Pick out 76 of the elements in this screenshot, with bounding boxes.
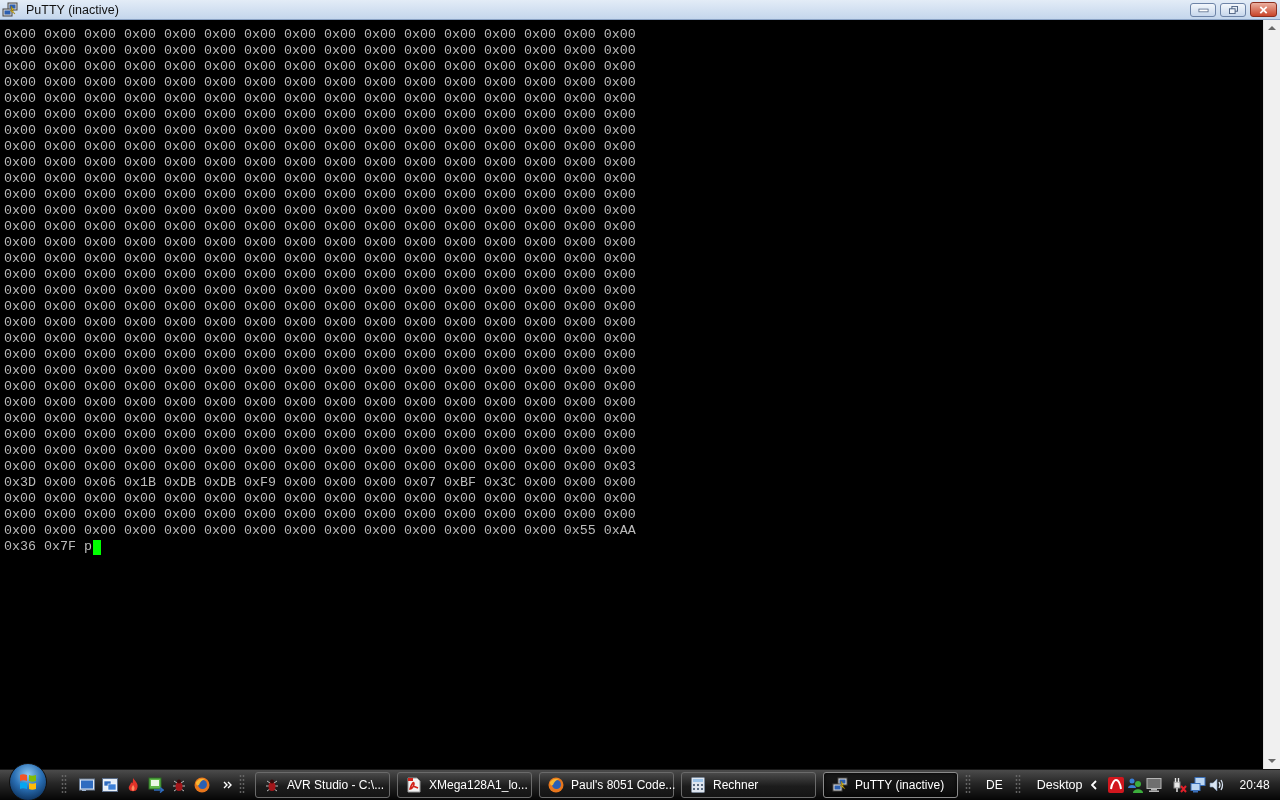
terminal-line: 0x00 0x00 0x00 0x00 0x00 0x00 0x00 0x00 0x00 0x00 0x00 0x00 0x00 0x00 0x00 0x00 (4, 219, 636, 235)
users-icon[interactable] (1126, 777, 1143, 793)
terminal-line: 0x00 0x00 0x00 0x00 0x00 0x00 0x00 0x00 0x00 0x00 0x00 0x00 0x00 0x00 0x00 0x00 (4, 235, 636, 251)
bug-icon[interactable] (171, 777, 187, 793)
up-arrow-icon[interactable] (1268, 26, 1276, 30)
window-stack-icon[interactable] (102, 777, 118, 793)
flag-icon (18, 772, 38, 792)
pdf-document-icon (406, 777, 422, 793)
terminal-line: 0x00 0x00 0x00 0x00 0x00 0x00 0x00 0x00 0x00 0x00 0x00 0x00 0x00 0x00 0x00 0x00 (4, 427, 636, 443)
terminal-line: 0x00 0x00 0x00 0x00 0x00 0x00 0x00 0x00 0x00 0x00 0x00 0x00 0x00 0x00 0x00 0x00 (4, 395, 636, 411)
terminal-line: 0x00 0x00 0x00 0x00 0x00 0x00 0x00 0x00 0x00 0x00 0x00 0x00 0x00 0x00 0x00 0x00 (4, 107, 636, 123)
monitor-icon[interactable] (1145, 777, 1162, 793)
power-plug-icon[interactable] (1170, 777, 1187, 793)
terminal-line: 0x00 0x00 0x00 0x00 0x00 0x00 0x00 0x00 0x00 0x00 0x00 0x00 0x00 0x00 0x00 0x00 (4, 203, 636, 219)
grip-handle-icon[interactable] (965, 774, 971, 796)
terminal-line: 0x00 0x00 0x00 0x00 0x00 0x00 0x00 0x00 0x00 0x00 0x00 0x00 0x00 0x00 0x55 0xAA (4, 523, 636, 539)
terminal-line: 0x00 0x00 0x00 0x00 0x00 0x00 0x00 0x00 0x00 0x00 0x00 0x00 0x00 0x00 0x00 0x00 (4, 171, 636, 187)
terminal-line: 0x3D 0x00 0x06 0x1B 0xDB 0xDB 0xF9 0x00 0x00 0x00 0x07 0xBF 0x3C 0x00 0x00 0x00 (4, 475, 636, 491)
network-icon[interactable] (1189, 777, 1206, 793)
terminal-line: 0x00 0x00 0x00 0x00 0x00 0x00 0x00 0x00 0x00 0x00 0x00 0x00 0x00 0x00 0x00 0x00 (4, 331, 636, 347)
toolbar-label[interactable]: Desktop (1036, 778, 1083, 792)
calculator-icon (690, 777, 706, 793)
terminal-line: 0x00 0x00 0x00 0x00 0x00 0x00 0x00 0x00 0x00 0x00 0x00 0x00 0x00 0x00 0x00 0x00 (4, 251, 636, 267)
terminal-line: 0x00 0x00 0x00 0x00 0x00 0x00 0x00 0x00 0x00 0x00 0x00 0x00 0x00 0x00 0x00 0x00 (4, 283, 636, 299)
grip-handle-icon[interactable] (239, 774, 245, 796)
globe-icon (548, 777, 564, 793)
terminal-line: 0x00 0x00 0x00 0x00 0x00 0x00 0x00 0x00 0x00 0x00 0x00 0x00 0x00 0x00 0x00 0x03 (4, 459, 636, 475)
terminal-line: 0x00 0x00 0x00 0x00 0x00 0x00 0x00 0x00 0x00 0x00 0x00 0x00 0x00 0x00 0x00 0x00 (4, 139, 636, 155)
restore-icon (1227, 5, 1239, 14)
double-chevron-icon[interactable] (223, 781, 233, 789)
taskbar-button[interactable]: Rechner (681, 772, 816, 798)
minimize-button[interactable] (1190, 2, 1216, 17)
speaker-icon[interactable] (1208, 777, 1225, 793)
terminal-line: 0x00 0x00 0x00 0x00 0x00 0x00 0x00 0x00 0x00 0x00 0x00 0x00 0x00 0x00 0x00 0x00 (4, 123, 636, 139)
down-arrow-icon[interactable] (1268, 759, 1276, 763)
vertical-scrollbar[interactable] (1263, 20, 1280, 769)
code-file-icon[interactable] (148, 777, 164, 793)
terminal-line: 0x00 0x00 0x00 0x00 0x00 0x00 0x00 0x00 0x00 0x00 0x00 0x00 0x00 0x00 0x00 0x00 (4, 267, 636, 283)
clock[interactable]: 20:48 (1239, 778, 1270, 792)
terminal-line: 0x00 0x00 0x00 0x00 0x00 0x00 0x00 0x00 0x00 0x00 0x00 0x00 0x00 0x00 0x00 0x00 (4, 443, 636, 459)
terminal-line: 0x00 0x00 0x00 0x00 0x00 0x00 0x00 0x00 0x00 0x00 0x00 0x00 0x00 0x00 0x00 0x00 (4, 155, 636, 171)
taskbar-button[interactable]: Paul's 8051 Code... (539, 772, 674, 798)
taskbar-button[interactable]: XMega128A1_lo... (397, 772, 532, 798)
chevron-left-icon[interactable] (1090, 780, 1097, 790)
two-computers-icon[interactable] (2, 1, 18, 18)
terminal-line: 0x00 0x00 0x00 0x00 0x00 0x00 0x00 0x00 0x00 0x00 0x00 0x00 0x00 0x00 0x00 0x00 (4, 411, 636, 427)
close-icon (1258, 5, 1269, 14)
close-button[interactable] (1250, 2, 1277, 17)
terminal-line: 0x00 0x00 0x00 0x00 0x00 0x00 0x00 0x00 0x00 0x00 0x00 0x00 0x00 0x00 0x00 0x00 (4, 27, 636, 43)
terminal-line: 0x00 0x00 0x00 0x00 0x00 0x00 0x00 0x00 0x00 0x00 0x00 0x00 0x00 0x00 0x00 0x00 (4, 491, 636, 507)
terminal-line: 0x00 0x00 0x00 0x00 0x00 0x00 0x00 0x00 0x00 0x00 0x00 0x00 0x00 0x00 0x00 0x00 (4, 299, 636, 315)
terminal-line: 0x00 0x00 0x00 0x00 0x00 0x00 0x00 0x00 0x00 0x00 0x00 0x00 0x00 0x00 0x00 0x00 (4, 75, 636, 91)
bug-icon (264, 777, 280, 793)
start-button[interactable] (9, 763, 47, 800)
terminal-line: 0x00 0x00 0x00 0x00 0x00 0x00 0x00 0x00 0x00 0x00 0x00 0x00 0x00 0x00 0x00 0x00 (4, 43, 636, 59)
grip-handle-icon[interactable] (1014, 774, 1021, 796)
window-title: PuTTY (inactive) (26, 2, 119, 17)
two-computers-icon (832, 777, 848, 793)
terminal-line: 0x00 0x00 0x00 0x00 0x00 0x00 0x00 0x00 0x00 0x00 0x00 0x00 0x00 0x00 0x00 0x00 (4, 507, 636, 523)
minimize-icon (1197, 5, 1209, 14)
globe-icon[interactable] (194, 777, 210, 793)
terminal-line: 0x00 0x00 0x00 0x00 0x00 0x00 0x00 0x00 0x00 0x00 0x00 0x00 0x00 0x00 0x00 0x00 (4, 59, 636, 75)
restore-button[interactable] (1220, 2, 1246, 17)
terminal-line: 0x00 0x00 0x00 0x00 0x00 0x00 0x00 0x00 0x00 0x00 0x00 0x00 0x00 0x00 0x00 0x00 (4, 379, 636, 395)
terminal-line: 0x00 0x00 0x00 0x00 0x00 0x00 0x00 0x00 0x00 0x00 0x00 0x00 0x00 0x00 0x00 0x00 (4, 91, 636, 107)
taskbar-button[interactable]: AVR Studio - C:\... (255, 772, 390, 798)
terminal-line: 0x00 0x00 0x00 0x00 0x00 0x00 0x00 0x00 0x00 0x00 0x00 0x00 0x00 0x00 0x00 0x00 (4, 315, 636, 331)
terminal-line: 0x36 0x7F p (4, 539, 92, 555)
monitor-icon[interactable] (79, 777, 95, 793)
taskbar-button[interactable]: PuTTY (inactive) (823, 772, 958, 798)
language-indicator[interactable]: DE (986, 778, 1003, 792)
terminal-line: 0x00 0x00 0x00 0x00 0x00 0x00 0x00 0x00 0x00 0x00 0x00 0x00 0x00 0x00 0x00 0x00 (4, 363, 636, 379)
umbrella-icon[interactable] (1107, 777, 1124, 793)
terminal-line: 0x00 0x00 0x00 0x00 0x00 0x00 0x00 0x00 0x00 0x00 0x00 0x00 0x00 0x00 0x00 0x00 (4, 347, 636, 363)
grip-handle-icon[interactable] (61, 774, 67, 796)
terminal-line: 0x00 0x00 0x00 0x00 0x00 0x00 0x00 0x00 0x00 0x00 0x00 0x00 0x00 0x00 0x00 0x00 (4, 187, 636, 203)
